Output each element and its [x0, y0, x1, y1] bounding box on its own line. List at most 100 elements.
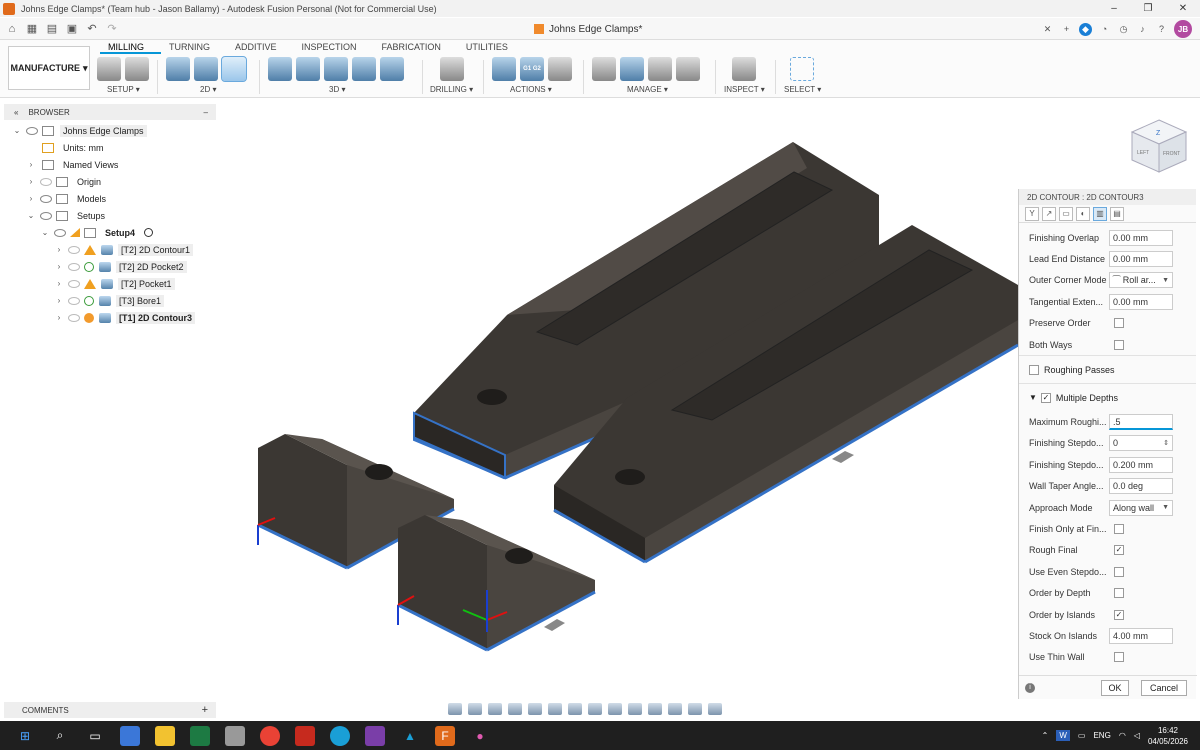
- monitor-tray-icon[interactable]: ▭: [1078, 731, 1086, 740]
- home-icon[interactable]: ⌂: [4, 22, 20, 36]
- job-status-icon[interactable]: ◔: [1098, 23, 1111, 36]
- comments-bar[interactable]: COMMENTS +: [4, 702, 216, 718]
- simulation-arrow-icon[interactable]: [708, 703, 722, 715]
- machine-library-icon[interactable]: [620, 57, 644, 81]
- order-by-depth-checkbox[interactable]: [1114, 588, 1124, 599]
- tab-turning[interactable]: TURNING: [161, 42, 227, 54]
- use-even-stepdowns-checkbox[interactable]: [1114, 566, 1124, 577]
- look-at-icon[interactable]: [468, 703, 482, 715]
- steep-shallow-icon[interactable]: [324, 57, 348, 81]
- tree-setups[interactable]: ⌄ Setups: [4, 207, 216, 224]
- tool-library-icon[interactable]: [592, 57, 616, 81]
- both-ways-checkbox[interactable]: [1114, 339, 1124, 350]
- workspace-switcher[interactable]: MANUFACTURE ▾: [8, 46, 90, 90]
- excel-icon[interactable]: [190, 725, 210, 746]
- tree-operation[interactable]: › [T2] 2D Contour1: [4, 241, 216, 258]
- grid-settings-icon[interactable]: [568, 703, 582, 715]
- use-thin-wall-checkbox[interactable]: [1114, 652, 1124, 663]
- outer-corner-mode-select[interactable]: ⁀ Roll ar... ▼: [1109, 272, 1173, 289]
- visibility-eye-icon[interactable]: [68, 313, 80, 322]
- file-menu-icon[interactable]: ▤: [44, 22, 60, 36]
- rough-final-checkbox[interactable]: ✓: [1114, 545, 1124, 556]
- 2d-pocket-icon[interactable]: [194, 57, 218, 81]
- lead-end-distance-input[interactable]: 0.00 mm: [1109, 251, 1173, 268]
- tree-origin[interactable]: › Origin: [4, 173, 216, 190]
- expand-arrow-icon[interactable]: ⌄: [40, 228, 50, 237]
- model-canvas[interactable]: [217, 100, 1019, 695]
- nc-program-icon[interactable]: G1 G2: [520, 57, 544, 81]
- display-settings-icon[interactable]: [548, 703, 562, 715]
- linking-tab-icon[interactable]: ▥: [1093, 206, 1107, 221]
- geometry-tab-icon[interactable]: ↗: [1042, 206, 1056, 221]
- orbit-icon[interactable]: [448, 703, 462, 715]
- browser-collapse-icon[interactable]: «: [14, 108, 18, 117]
- roughing-passes-section[interactable]: Roughing Passes: [1019, 355, 1196, 383]
- tab-fabrication[interactable]: FABRICATION: [374, 42, 458, 54]
- zoom-icon[interactable]: [508, 703, 522, 715]
- 3d-viewport[interactable]: [217, 100, 1019, 695]
- finish-only-final-checkbox[interactable]: [1114, 523, 1124, 534]
- notifications-icon[interactable]: ♪: [1136, 23, 1149, 36]
- drilling-group-label[interactable]: DRILLING ▾: [430, 85, 473, 94]
- volume-icon[interactable]: ◁: [1134, 731, 1140, 740]
- store-icon[interactable]: [120, 725, 140, 746]
- post-library-icon[interactable]: [648, 57, 672, 81]
- finishing-stepdowns-spinner[interactable]: 0 ⇕: [1109, 435, 1173, 452]
- small-clamp-right[interactable]: [397, 515, 596, 652]
- 2d-contour-icon[interactable]: [221, 56, 247, 82]
- parallel-icon[interactable]: [380, 57, 404, 81]
- tab-additive[interactable]: ADDITIVE: [227, 42, 294, 54]
- wall-taper-angle-input[interactable]: 0.0 deg: [1109, 478, 1173, 495]
- visibility-eye-icon[interactable]: [68, 262, 80, 271]
- manage-group-label[interactable]: MANAGE ▾: [627, 85, 668, 94]
- select-icon[interactable]: [790, 57, 814, 81]
- tab-inspection[interactable]: INSPECTION: [294, 42, 374, 54]
- active-target-icon[interactable]: [144, 228, 154, 237]
- close-window-button[interactable]: ✕: [1166, 0, 1200, 17]
- finishing-stepdown-input[interactable]: 0.200 mm: [1109, 456, 1173, 473]
- finishing-overlap-input[interactable]: 0.00 mm: [1109, 229, 1173, 246]
- visibility-eye-icon[interactable]: [68, 279, 80, 288]
- select-group-label[interactable]: SELECT ▾: [784, 85, 821, 94]
- expand-arrow-icon[interactable]: ›: [54, 245, 64, 254]
- passes-tab-icon[interactable]: ◐: [1076, 206, 1090, 221]
- toolpath-display-icon[interactable]: [608, 703, 622, 715]
- word-tray-icon[interactable]: W: [1056, 730, 1070, 741]
- template-library-icon[interactable]: [676, 57, 700, 81]
- expand-arrow-icon[interactable]: ›: [26, 177, 36, 186]
- maximize-button[interactable]: ❐: [1131, 0, 1165, 17]
- measure-icon[interactable]: [732, 57, 756, 81]
- tool-display-icon[interactable]: [688, 703, 702, 715]
- fit-icon[interactable]: [528, 703, 542, 715]
- pan-icon[interactable]: [488, 703, 502, 715]
- visibility-eye-icon[interactable]: [40, 194, 52, 203]
- tree-named-views[interactable]: › Named Views: [4, 156, 216, 173]
- minimize-browser-icon[interactable]: –: [204, 108, 208, 117]
- extensions-icon[interactable]: ◆: [1079, 22, 1092, 36]
- info-icon[interactable]: i: [1025, 682, 1035, 693]
- user-avatar[interactable]: JB: [1174, 20, 1192, 38]
- multiple-depths-checkbox[interactable]: ✓: [1040, 392, 1051, 403]
- ok-button[interactable]: OK: [1101, 680, 1129, 696]
- tab-utilities[interactable]: UTILITIES: [458, 42, 525, 54]
- machine-display-icon[interactable]: [668, 703, 682, 715]
- adaptive-clearing-icon[interactable]: [268, 57, 292, 81]
- chrome-icon[interactable]: [260, 725, 280, 746]
- stats-tab-icon[interactable]: ▤: [1110, 206, 1124, 221]
- task-view-icon[interactable]: ▭: [85, 726, 105, 746]
- threed-group-label[interactable]: 3D ▾: [329, 85, 345, 94]
- order-by-islands-checkbox[interactable]: ✓: [1114, 609, 1124, 620]
- stock-on-islands-input[interactable]: 4.00 mm: [1109, 627, 1173, 644]
- tool-tab-icon[interactable]: Y: [1025, 206, 1039, 221]
- twod-group-label[interactable]: 2D ▾: [200, 85, 216, 94]
- photos-icon[interactable]: [225, 725, 245, 746]
- undo-icon[interactable]: ↶: [84, 22, 100, 36]
- expand-arrow-icon[interactable]: ›: [54, 296, 64, 305]
- setup-group-label[interactable]: SETUP ▾: [107, 85, 140, 94]
- drill-icon[interactable]: [440, 57, 464, 81]
- tree-operation[interactable]: › [T3] Bore1: [4, 292, 216, 309]
- inspect-group-label[interactable]: INSPECT ▾: [724, 85, 765, 94]
- scallop-icon[interactable]: [352, 57, 376, 81]
- tree-models[interactable]: › Models: [4, 190, 216, 207]
- visibility-eye-icon[interactable]: [40, 211, 52, 220]
